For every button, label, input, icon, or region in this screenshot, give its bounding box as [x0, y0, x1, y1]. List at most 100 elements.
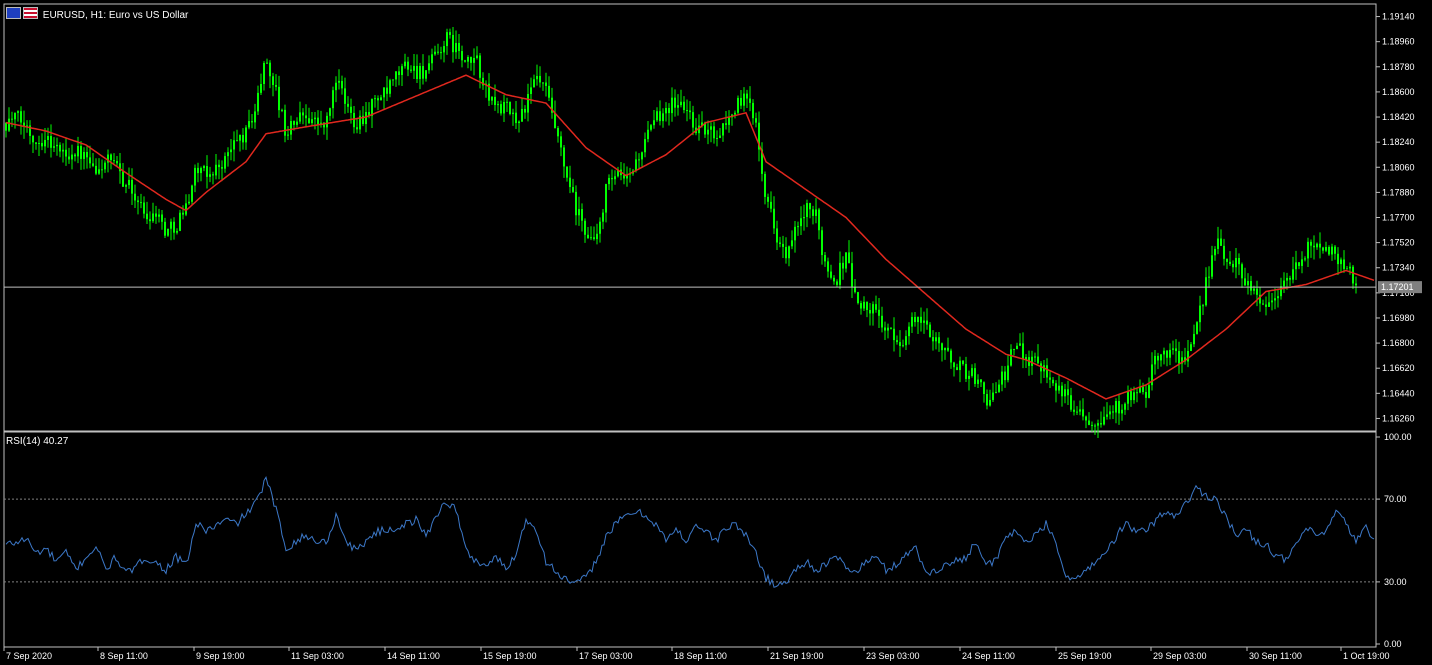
candle-body: [1250, 281, 1252, 291]
candle-body: [662, 113, 664, 122]
candle-body: [857, 292, 859, 304]
candle-body: [845, 252, 847, 269]
candle-body: [1016, 345, 1018, 350]
candle-body: [533, 79, 535, 88]
candle-body: [1190, 344, 1192, 351]
candle-body: [1322, 247, 1324, 251]
candle-body: [344, 88, 346, 104]
candle-body: [635, 159, 637, 171]
candle-body: [1352, 266, 1354, 284]
candle-body: [14, 112, 16, 120]
candle-body: [1247, 281, 1249, 286]
candle-body: [311, 119, 313, 124]
candle-body: [1010, 349, 1012, 366]
candle-body: [416, 65, 418, 80]
candle-body: [692, 112, 694, 128]
candle-body: [293, 121, 295, 125]
candle-body: [1097, 423, 1099, 426]
candle-body: [290, 121, 292, 135]
candle-body: [1052, 379, 1054, 384]
price-tick-label: 1.18600: [1382, 87, 1415, 97]
candle-body: [230, 149, 232, 153]
candle-body: [200, 168, 202, 174]
candle-body: [851, 263, 853, 287]
candle-body: [380, 97, 382, 101]
candle-body: [734, 112, 736, 115]
candle-body: [887, 327, 889, 331]
candle-body: [1253, 288, 1255, 291]
candle-body: [1166, 350, 1168, 358]
candle-body: [1286, 277, 1288, 281]
time-tick-label: 23 Sep 03:00: [866, 651, 920, 661]
eur-flag-icon: [6, 7, 21, 19]
candle-body: [788, 246, 790, 259]
candle-body: [539, 75, 541, 83]
candle-body: [542, 82, 544, 84]
candle-body: [899, 342, 901, 346]
candle-body: [188, 201, 190, 204]
candle-body: [1076, 411, 1078, 413]
candle-body: [152, 213, 154, 222]
candle-body: [590, 237, 592, 239]
candle-body: [1127, 391, 1129, 404]
candle-body: [245, 127, 247, 143]
price-tick-label: 1.16620: [1382, 363, 1415, 373]
chart-svg: 1.19140 1.18960 1.18780 1.18600 1.18420 1.182…: [3, 3, 1422, 661]
candle-body: [752, 102, 754, 119]
candle-body: [920, 316, 922, 323]
rsi-header: RSI(14) 40.27: [6, 436, 68, 447]
candle-body: [800, 218, 802, 227]
candle-body: [458, 42, 460, 52]
candle-body: [878, 309, 880, 316]
candle-body: [410, 69, 412, 71]
candle-body: [68, 156, 70, 160]
candle-body: [743, 93, 745, 106]
price-tick-label: 1.16440: [1382, 388, 1415, 398]
candle-body: [578, 209, 580, 216]
candle-body: [833, 277, 835, 282]
candle-body: [860, 303, 862, 309]
candle-body: [755, 118, 757, 123]
price-tick-label: 1.17700: [1382, 213, 1415, 223]
candle-body: [143, 202, 145, 214]
candle-body: [1346, 268, 1348, 270]
candle-body: [668, 107, 670, 114]
candle-body: [1142, 386, 1144, 393]
candle-body: [266, 62, 268, 64]
candle-body: [1148, 385, 1150, 398]
candle-body: [1019, 343, 1021, 346]
candle-body: [125, 185, 127, 187]
candle-body: [98, 169, 100, 174]
candle-body: [1226, 258, 1228, 262]
candle-body: [497, 104, 499, 106]
candle-body: [509, 101, 511, 114]
price-tick-label: 1.17340: [1382, 263, 1415, 273]
candle-body: [233, 140, 235, 150]
candle-body: [680, 101, 682, 106]
candle-body: [938, 337, 940, 344]
time-tick-label: 21 Sep 19:00: [770, 651, 824, 661]
candle-body: [1280, 286, 1282, 297]
candle-body: [659, 111, 661, 122]
current-price-label: 1.17201: [1381, 282, 1414, 292]
candle-body: [284, 109, 286, 136]
candle-body: [38, 142, 40, 144]
candle-body: [638, 159, 640, 161]
candle-body: [650, 125, 652, 130]
candle-body: [554, 112, 556, 128]
candle-body: [1073, 409, 1075, 412]
rsi-label: RSI(14) 40.27: [6, 436, 69, 447]
candle-body: [209, 174, 211, 177]
candle-body: [173, 221, 175, 233]
candle-body: [1124, 403, 1126, 410]
candle-body: [71, 154, 73, 160]
candle-body: [158, 214, 160, 217]
candle-body: [44, 139, 46, 147]
candle-body: [134, 193, 136, 201]
candle-body: [1331, 246, 1333, 255]
candle-body: [164, 221, 166, 236]
candle-body: [521, 108, 523, 122]
candle-body: [1055, 383, 1057, 391]
candle-body: [1349, 266, 1351, 269]
candle-body: [56, 144, 58, 147]
